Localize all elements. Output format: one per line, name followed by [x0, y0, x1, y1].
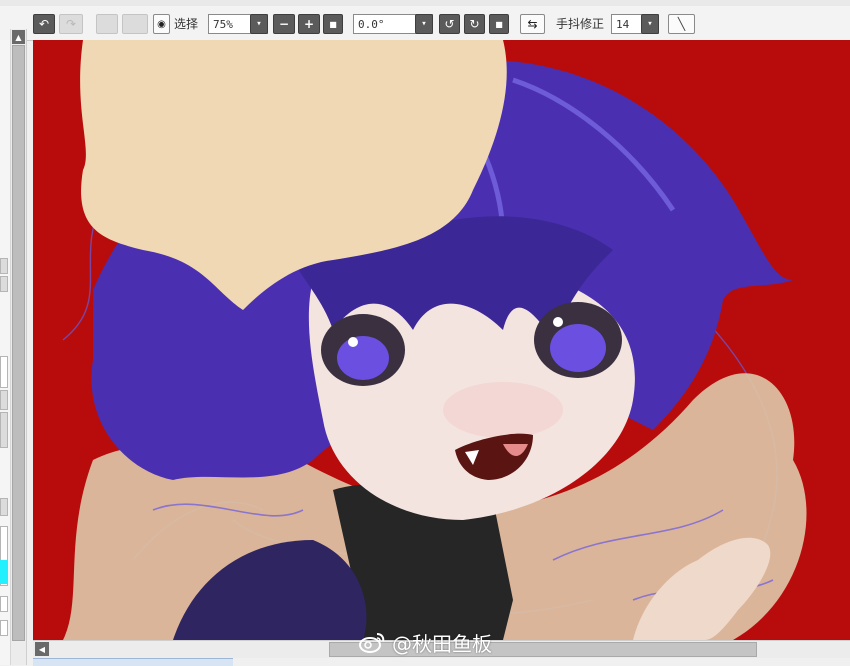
- rotate-right-button[interactable]: ↻: [464, 14, 485, 34]
- scroll-left-icon[interactable]: ◀: [35, 642, 49, 656]
- chevron-down-icon[interactable]: ▾: [415, 14, 433, 34]
- zoom-in-button[interactable]: +: [298, 14, 320, 34]
- color-swatch[interactable]: [0, 560, 8, 584]
- plus-icon: +: [303, 17, 315, 31]
- panel-field[interactable]: [0, 356, 8, 388]
- flip-icon: ⇆: [527, 17, 538, 31]
- scroll-up-icon[interactable]: ▲: [12, 30, 25, 44]
- stabilizer-value: 14: [616, 17, 630, 31]
- stabilizer-label: 手抖修正: [556, 17, 605, 31]
- zoom-select[interactable]: 75% ▾: [208, 14, 268, 34]
- show-selection-toggle[interactable]: ◉: [153, 14, 170, 34]
- redo-button[interactable]: ↷: [59, 14, 83, 34]
- transform-button[interactable]: [122, 14, 148, 34]
- square-icon: ■: [495, 19, 503, 29]
- panel-handle[interactable]: [0, 258, 8, 274]
- panel-handle[interactable]: [0, 390, 8, 410]
- flip-button[interactable]: ⇆: [520, 14, 545, 34]
- deselect-button[interactable]: [96, 14, 118, 34]
- rotate-right-icon: ↻: [469, 17, 480, 31]
- eye-icon: ◉: [157, 18, 166, 30]
- straight-line-button[interactable]: ╲: [668, 14, 695, 34]
- panel-field[interactable]: [0, 596, 8, 612]
- panel-handle[interactable]: [0, 276, 8, 292]
- undo-icon: ↶: [38, 17, 50, 31]
- rotate-left-button[interactable]: ↺: [439, 14, 460, 34]
- vertical-scroll-thumb[interactable]: [12, 45, 25, 641]
- undo-button[interactable]: ↶: [33, 14, 55, 34]
- artwork: [33, 40, 850, 640]
- select-label: 选择: [174, 17, 199, 31]
- pen-icon: ╲: [677, 17, 686, 31]
- stabilizer-select[interactable]: 14 ▾: [611, 14, 659, 34]
- watermark-text: @秋田鱼板: [392, 631, 492, 656]
- redo-icon: ↷: [65, 17, 77, 31]
- minus-icon: −: [278, 17, 290, 31]
- rotation-select[interactable]: 0.0° ▾: [353, 14, 433, 34]
- panel-handle[interactable]: [0, 412, 8, 448]
- square-icon: ■: [329, 19, 337, 29]
- view-toolbar: ↶ ↷ ◉ 选择 75% ▾ − + ■ 0.0° ▾ ↺ ↻ ■ ⇆ 手抖修正…: [0, 6, 850, 41]
- zoom-out-button[interactable]: −: [273, 14, 295, 34]
- panel-handle[interactable]: [0, 498, 8, 516]
- panel-field[interactable]: [0, 620, 8, 636]
- chevron-down-icon[interactable]: ▾: [641, 14, 659, 34]
- drawing-canvas[interactable]: [33, 40, 850, 640]
- vertical-scrollbar[interactable]: ▲: [10, 29, 27, 665]
- weibo-watermark: @秋田鱼板: [358, 628, 492, 656]
- zoom-value: 75%: [213, 17, 233, 31]
- rotate-left-icon: ↺: [444, 17, 455, 31]
- rotation-value: 0.0°: [358, 17, 385, 31]
- weibo-logo-icon: [359, 633, 385, 653]
- rotation-reset-button[interactable]: ■: [489, 14, 509, 34]
- chevron-down-icon[interactable]: ▾: [250, 14, 268, 34]
- zoom-reset-button[interactable]: ■: [323, 14, 343, 34]
